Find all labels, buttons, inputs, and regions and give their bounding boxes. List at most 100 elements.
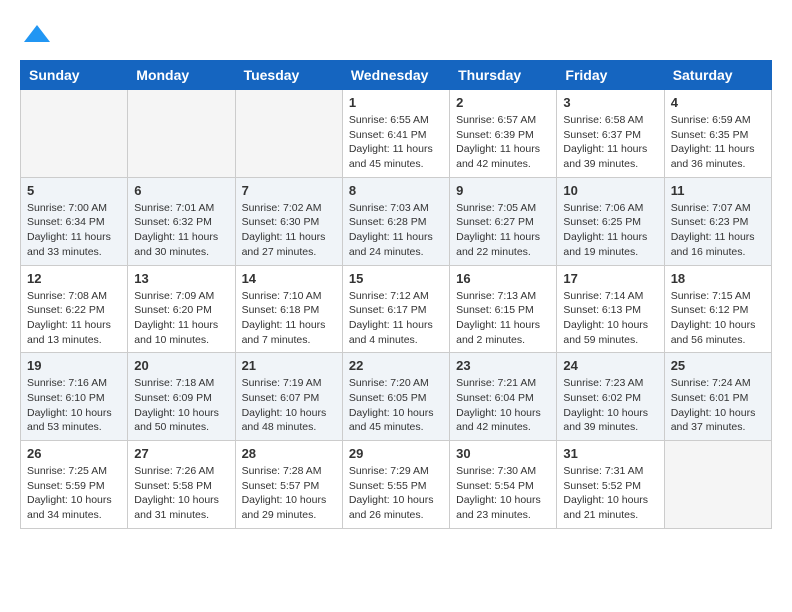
day-number: 8 xyxy=(349,183,443,198)
weekday-header-sunday: Sunday xyxy=(21,61,128,90)
day-info: Sunrise: 7:15 AMSunset: 6:12 PMDaylight:… xyxy=(671,289,765,348)
day-number: 1 xyxy=(349,95,443,110)
day-info: Sunrise: 7:10 AMSunset: 6:18 PMDaylight:… xyxy=(242,289,336,348)
day-number: 17 xyxy=(563,271,657,286)
day-number: 29 xyxy=(349,446,443,461)
day-info: Sunrise: 7:07 AMSunset: 6:23 PMDaylight:… xyxy=(671,201,765,260)
calendar-cell: 20 Sunrise: 7:18 AMSunset: 6:09 PMDayligh… xyxy=(128,353,235,441)
day-number: 27 xyxy=(134,446,228,461)
week-row-3: 12Sunrise: 7:08 AMSunset: 6:22 PMDayligh… xyxy=(21,265,772,353)
weekday-header-saturday: Saturday xyxy=(664,61,771,90)
day-info: Sunrise: 7:09 AMSunset: 6:20 PMDaylight:… xyxy=(134,289,228,348)
day-number: 4 xyxy=(671,95,765,110)
day-number: 23 xyxy=(456,358,550,373)
day-number: 18 xyxy=(671,271,765,286)
day-number: 22 xyxy=(349,358,443,373)
day-info: Sunrise: 7:31 AMSunset: 5:52 PMDaylight:… xyxy=(563,464,657,523)
day-info: Sunrise: 6:57 AMSunset: 6:39 PMDaylight:… xyxy=(456,113,550,172)
calendar-cell: 29 Sunrise: 7:29 AMSunset: 5:55 PMDayligh… xyxy=(342,441,449,529)
week-row-2: 5 Sunrise: 7:00 AMSunset: 6:34 PMDaylight… xyxy=(21,177,772,265)
day-info: Sunrise: 6:58 AMSunset: 6:37 PMDaylight:… xyxy=(563,113,657,172)
day-info: Sunrise: 7:28 AMSunset: 5:57 PMDaylight:… xyxy=(242,464,336,523)
calendar-cell: 6 Sunrise: 7:01 AMSunset: 6:32 PMDaylight… xyxy=(128,177,235,265)
day-number: 24 xyxy=(563,358,657,373)
calendar-cell: 25 Sunrise: 7:24 AMSunset: 6:01 PMDayligh… xyxy=(664,353,771,441)
calendar-cell: 22Sunrise: 7:20 AMSunset: 6:05 PMDayligh… xyxy=(342,353,449,441)
day-number: 16 xyxy=(456,271,550,286)
day-number: 19 xyxy=(27,358,121,373)
day-info: Sunrise: 7:16 AMSunset: 6:10 PMDaylight:… xyxy=(27,376,121,435)
calendar-table: SundayMondayTuesdayWednesdayThursdayFrid… xyxy=(20,60,772,529)
day-number: 13 xyxy=(134,271,228,286)
week-row-5: 26 Sunrise: 7:25 AMSunset: 5:59 PMDayligh… xyxy=(21,441,772,529)
day-info: Sunrise: 7:23 AMSunset: 6:02 PMDaylight:… xyxy=(563,376,657,435)
day-number: 12 xyxy=(27,271,121,286)
day-number: 28 xyxy=(242,446,336,461)
weekday-header-friday: Friday xyxy=(557,61,664,90)
day-info: Sunrise: 7:01 AMSunset: 6:32 PMDaylight:… xyxy=(134,201,228,260)
calendar-cell: 24 Sunrise: 7:23 AMSunset: 6:02 PMDayligh… xyxy=(557,353,664,441)
calendar-cell: 27 Sunrise: 7:26 AMSunset: 5:58 PMDayligh… xyxy=(128,441,235,529)
week-row-4: 19 Sunrise: 7:16 AMSunset: 6:10 PMDayligh… xyxy=(21,353,772,441)
day-number: 11 xyxy=(671,183,765,198)
day-info: Sunrise: 7:02 AMSunset: 6:30 PMDaylight:… xyxy=(242,201,336,260)
day-info: Sunrise: 7:21 AMSunset: 6:04 PMDaylight:… xyxy=(456,376,550,435)
calendar-cell: 14 Sunrise: 7:10 AMSunset: 6:18 PMDayligh… xyxy=(235,265,342,353)
calendar-cell xyxy=(664,441,771,529)
day-number: 25 xyxy=(671,358,765,373)
day-info: Sunrise: 7:29 AMSunset: 5:55 PMDaylight:… xyxy=(349,464,443,523)
calendar-cell: 12Sunrise: 7:08 AMSunset: 6:22 PMDayligh… xyxy=(21,265,128,353)
day-number: 10 xyxy=(563,183,657,198)
day-number: 21 xyxy=(242,358,336,373)
day-info: Sunrise: 7:00 AMSunset: 6:34 PMDaylight:… xyxy=(27,201,121,260)
day-info: Sunrise: 7:18 AMSunset: 6:09 PMDaylight:… xyxy=(134,376,228,435)
calendar-cell: 4 Sunrise: 6:59 AMSunset: 6:35 PMDaylight… xyxy=(664,90,771,178)
calendar-cell: 23 Sunrise: 7:21 AMSunset: 6:04 PMDayligh… xyxy=(450,353,557,441)
weekday-header-wednesday: Wednesday xyxy=(342,61,449,90)
calendar-cell: 31Sunrise: 7:31 AMSunset: 5:52 PMDayligh… xyxy=(557,441,664,529)
day-info: Sunrise: 7:03 AMSunset: 6:28 PMDaylight:… xyxy=(349,201,443,260)
calendar-cell xyxy=(21,90,128,178)
day-number: 5 xyxy=(27,183,121,198)
day-number: 7 xyxy=(242,183,336,198)
day-info: Sunrise: 7:12 AMSunset: 6:17 PMDaylight:… xyxy=(349,289,443,348)
calendar-cell: 5 Sunrise: 7:00 AMSunset: 6:34 PMDaylight… xyxy=(21,177,128,265)
week-row-1: 1 Sunrise: 6:55 AMSunset: 6:41 PMDaylight… xyxy=(21,90,772,178)
day-info: Sunrise: 7:24 AMSunset: 6:01 PMDaylight:… xyxy=(671,376,765,435)
day-info: Sunrise: 7:25 AMSunset: 5:59 PMDaylight:… xyxy=(27,464,121,523)
day-info: Sunrise: 7:14 AMSunset: 6:13 PMDaylight:… xyxy=(563,289,657,348)
day-number: 6 xyxy=(134,183,228,198)
calendar-cell: 17 Sunrise: 7:14 AMSunset: 6:13 PMDayligh… xyxy=(557,265,664,353)
weekday-header-tuesday: Tuesday xyxy=(235,61,342,90)
day-info: Sunrise: 7:19 AMSunset: 6:07 PMDaylight:… xyxy=(242,376,336,435)
calendar-cell xyxy=(128,90,235,178)
day-info: Sunrise: 7:05 AMSunset: 6:27 PMDaylight:… xyxy=(456,201,550,260)
day-number: 9 xyxy=(456,183,550,198)
calendar-cell: 30 Sunrise: 7:30 AMSunset: 5:54 PMDayligh… xyxy=(450,441,557,529)
calendar-cell: 28 Sunrise: 7:28 AMSunset: 5:57 PMDayligh… xyxy=(235,441,342,529)
day-number: 2 xyxy=(456,95,550,110)
calendar-cell xyxy=(235,90,342,178)
day-info: Sunrise: 7:30 AMSunset: 5:54 PMDaylight:… xyxy=(456,464,550,523)
page-header xyxy=(20,20,772,50)
calendar-cell: 13 Sunrise: 7:09 AMSunset: 6:20 PMDayligh… xyxy=(128,265,235,353)
day-number: 20 xyxy=(134,358,228,373)
calendar-cell: 9 Sunrise: 7:05 AMSunset: 6:27 PMDaylight… xyxy=(450,177,557,265)
calendar-cell: 7 Sunrise: 7:02 AMSunset: 6:30 PMDaylight… xyxy=(235,177,342,265)
day-number: 26 xyxy=(27,446,121,461)
day-number: 3 xyxy=(563,95,657,110)
day-info: Sunrise: 7:13 AMSunset: 6:15 PMDaylight:… xyxy=(456,289,550,348)
logo-icon xyxy=(22,20,52,50)
weekday-header-thursday: Thursday xyxy=(450,61,557,90)
calendar-cell: 11 Sunrise: 7:07 AMSunset: 6:23 PMDayligh… xyxy=(664,177,771,265)
day-info: Sunrise: 7:06 AMSunset: 6:25 PMDaylight:… xyxy=(563,201,657,260)
calendar-cell: 18 Sunrise: 7:15 AMSunset: 6:12 PMDayligh… xyxy=(664,265,771,353)
day-info: Sunrise: 7:26 AMSunset: 5:58 PMDaylight:… xyxy=(134,464,228,523)
weekday-header-monday: Monday xyxy=(128,61,235,90)
day-number: 14 xyxy=(242,271,336,286)
day-number: 30 xyxy=(456,446,550,461)
calendar-cell: 10 Sunrise: 7:06 AMSunset: 6:25 PMDayligh… xyxy=(557,177,664,265)
logo xyxy=(20,20,52,50)
day-info: Sunrise: 6:59 AMSunset: 6:35 PMDaylight:… xyxy=(671,113,765,172)
day-info: Sunrise: 6:55 AMSunset: 6:41 PMDaylight:… xyxy=(349,113,443,172)
